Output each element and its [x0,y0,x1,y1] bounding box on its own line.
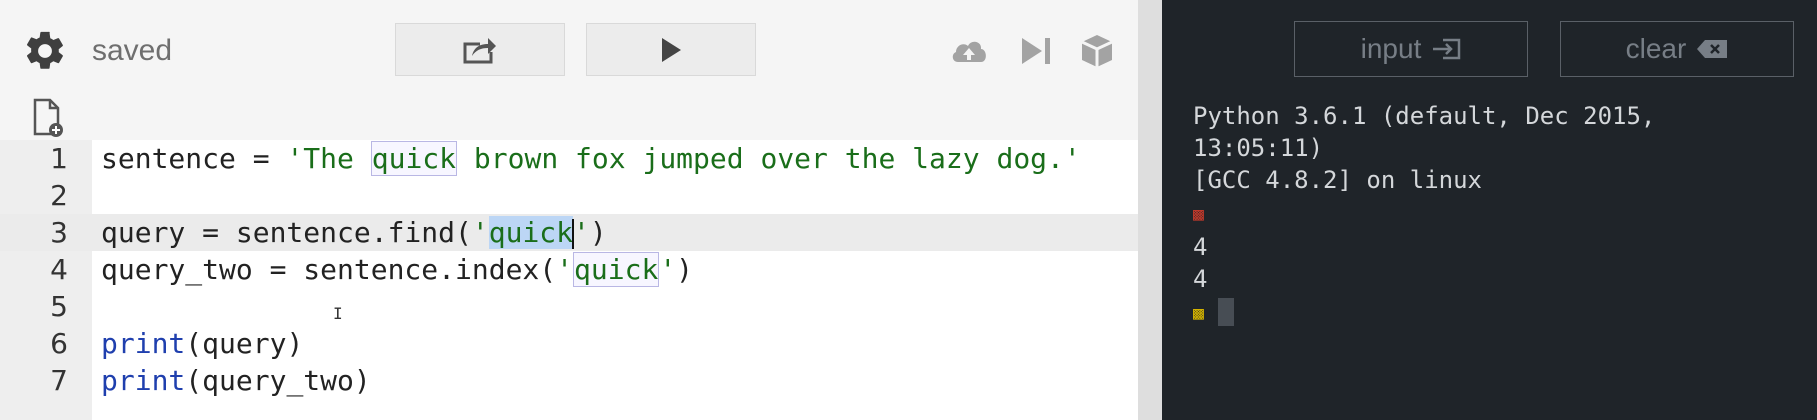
console-line: [GCC 4.8.2] on linux [1193,166,1482,194]
line-number: 5 [50,290,68,323]
keyword: print [101,327,186,360]
console-result: 4 [1193,233,1208,261]
console-input-line[interactable]: ▩ [1193,295,1655,330]
console-output: Python 3.6.1 (default, Dec 2015, 13:05:11… [1193,100,1655,330]
code-text: print(query_two) [101,362,371,399]
mouse-ibeam-cursor: I [333,304,343,323]
input-icon [1433,38,1461,60]
line-number: 4 [50,253,68,286]
package-icon[interactable] [1076,30,1118,72]
line-number: 6 [50,327,68,360]
code-token: query_two = sentence.index( [101,253,557,286]
code-token: ) [676,253,694,286]
save-status: saved [92,34,173,67]
string-literal: 'The quick brown fox jumped over the laz… [286,141,1081,176]
code-text: query_two = sentence.index('quick') [101,251,693,288]
code-line[interactable]: 1 sentence = 'The quick brown fox jumped… [0,140,1138,177]
code-token: query = sentence.find( [101,216,472,249]
code-line[interactable]: 4 query_two = sentence.index('quick') [0,251,1138,288]
editor-toolbar: saved [0,0,1138,100]
code-text: sentence = 'The quick brown fox jumped o… [101,140,1081,177]
input-button-label: input [1360,33,1422,64]
editor-pane: saved 1 sentence = 'The quick brown fox … [0,0,1138,420]
share-icon [463,37,496,63]
code-token: ) [589,216,607,249]
backspace-icon [1697,40,1728,58]
console-line: Python 3.6.1 (default, Dec 2015, [1193,102,1656,130]
new-file-icon[interactable] [32,98,64,138]
repl-app: saved 1 sentence = 'The quick brown fox … [0,0,1817,420]
code-text: print(query) [101,325,303,362]
console-result: 4 [1193,265,1208,293]
step-forward-icon[interactable] [1016,30,1058,72]
prompt-icon: ▩ [1193,204,1204,225]
line-number: 1 [50,142,68,175]
code-token: sentence = [101,142,287,175]
code-line[interactable]: 7 print(query_two) [0,362,1138,399]
code-token: 'The [286,142,371,175]
console-pane: input clear Python 3.6.1 (default, Dec 2… [1162,0,1817,420]
run-button[interactable] [586,23,756,76]
pane-divider[interactable] [1138,0,1162,420]
console-line: 13:05:11) [1193,134,1324,162]
cloud-upload-icon[interactable] [948,30,990,72]
match-highlight: quick [370,141,458,176]
string-literal: 'quick' [556,252,676,287]
console-prompt: ▩ [1193,196,1655,231]
match-highlight: quick [573,252,660,287]
line-number: 3 [50,216,68,249]
line-number: 2 [50,179,68,212]
code-line-active[interactable]: 3 query = sentence.find('quick') [0,214,1138,251]
code-token: (query) [185,327,304,360]
play-icon [662,37,681,62]
code-line[interactable]: 5 [0,288,1138,325]
keyword: print [101,364,186,397]
input-button[interactable]: input [1294,21,1528,77]
code-token: brown fox jumped over the lazy dog.' [457,142,1081,175]
code-token: ' [573,216,590,249]
clear-button-label: clear [1625,33,1687,64]
code-token: (query_two) [185,364,371,397]
code-token: ' [659,253,677,286]
code-text: query = sentence.find('quick') [101,214,607,251]
code-line[interactable]: 6 print(query) [0,325,1138,362]
console-cursor [1217,298,1234,326]
text-selection: quick [488,216,574,249]
code-line[interactable]: 2 [0,177,1138,214]
string-literal: 'quick' [472,216,590,249]
prompt-icon: ▩ [1193,303,1204,324]
code-token: ' [471,216,489,249]
clear-button[interactable]: clear [1560,21,1794,77]
share-button[interactable] [395,23,565,76]
line-number: 7 [50,364,68,397]
gear-icon[interactable] [22,28,68,74]
code-token: ' [556,253,574,286]
